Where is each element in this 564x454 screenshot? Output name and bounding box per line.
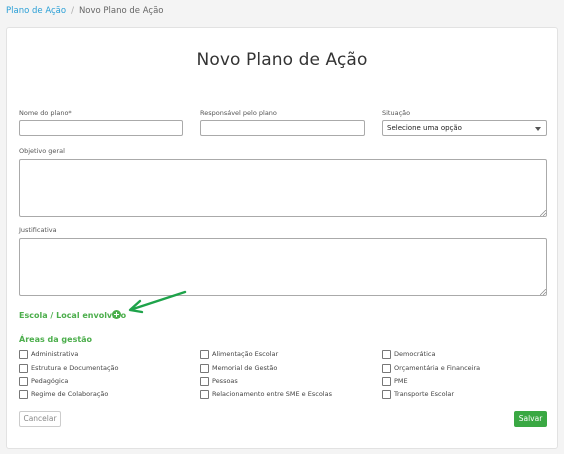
breadcrumb: Plano de Ação / Novo Plano de Ação	[6, 4, 164, 18]
checkbox-transporte-escolar[interactable]: Transporte Escolar	[382, 389, 454, 399]
checkbox-box[interactable]	[382, 363, 391, 373]
cancel-button[interactable]: Cancelar	[19, 411, 61, 427]
checkbox-box[interactable]	[200, 363, 209, 373]
checkbox-box[interactable]	[200, 389, 209, 399]
checkbox-estrutura-documentacao[interactable]: Estrutura e Documentação	[19, 363, 118, 373]
checkbox-box[interactable]	[19, 349, 28, 359]
checkbox-box[interactable]	[19, 363, 28, 373]
save-button[interactable]: Salvar	[514, 411, 547, 427]
resize-grip-icon[interactable]	[540, 289, 546, 295]
checkbox-label: Relacionamento entre SME e Escolas	[212, 390, 332, 398]
page-title: Novo Plano de Ação	[196, 50, 368, 70]
situacao-selected-value: Selecione uma opção	[387, 124, 462, 132]
checkbox-administrativa[interactable]: Administrativa	[19, 349, 78, 359]
objetivo-wrapper	[19, 159, 547, 217]
breadcrumb-current: Novo Plano de Ação	[78, 6, 164, 16]
arrow-pointer-icon	[128, 290, 187, 314]
form-card: Novo Plano de Ação Nome do plano* Respon…	[6, 27, 558, 449]
checkbox-label: Pessoas	[212, 377, 238, 385]
checkbox-pme[interactable]: PME	[382, 376, 408, 386]
objetivo-textarea[interactable]	[19, 159, 547, 217]
checkbox-box[interactable]	[19, 389, 28, 399]
checkbox-box[interactable]	[19, 376, 28, 386]
checkbox-regime-colaboracao[interactable]: Regime de Colaboração	[19, 389, 108, 399]
objetivo-label: Objetivo geral	[19, 147, 65, 155]
situacao-label: Situação	[382, 109, 411, 117]
checkbox-label: Transporte Escolar	[394, 390, 455, 398]
checkbox-box[interactable]	[382, 389, 391, 399]
nome-input[interactable]	[19, 120, 183, 136]
checkbox-memorial-gestao[interactable]: Memorial de Gestão	[200, 363, 277, 373]
responsavel-label: Responsável pelo plano	[200, 109, 277, 117]
checkbox-label: Democrática	[394, 350, 436, 358]
situacao-select[interactable]: Selecione uma opção	[382, 120, 547, 136]
nome-label: Nome do plano*	[19, 109, 72, 117]
checkbox-pessoas[interactable]: Pessoas	[200, 376, 238, 386]
checkbox-label: Memorial de Gestão	[212, 364, 278, 372]
checkbox-box[interactable]	[382, 349, 391, 359]
justificativa-label: Justificativa	[19, 226, 57, 234]
areas-title: Áreas da gestão	[19, 335, 93, 344]
add-escola-icon[interactable]	[112, 310, 121, 319]
checkbox-box[interactable]	[200, 376, 209, 386]
checkbox-democratica[interactable]: Democrática	[382, 349, 435, 359]
escola-label: Escola / Local envolvido	[19, 311, 127, 320]
checkbox-box[interactable]	[200, 349, 209, 359]
checkbox-alimentacao-escolar[interactable]: Alimentação Escolar	[200, 349, 278, 359]
checkbox-label: PME	[394, 377, 408, 385]
breadcrumb-link-plano-de-acao[interactable]: Plano de Ação	[6, 6, 66, 16]
breadcrumb-separator: /	[71, 6, 74, 16]
checkbox-label: Orçamentária e Financeira	[394, 364, 481, 372]
checkbox-label: Estrutura e Documentação	[31, 364, 119, 372]
responsavel-input[interactable]	[200, 120, 365, 136]
checkbox-label: Regime de Colaboração	[31, 390, 109, 398]
checkbox-label: Alimentação Escolar	[212, 350, 279, 358]
chevron-down-icon	[535, 127, 541, 131]
justificativa-wrapper	[19, 238, 547, 296]
checkbox-relacionamento-sme-escolas[interactable]: Relacionamento entre SME e Escolas	[200, 389, 332, 399]
checkbox-pedagogica[interactable]: Pedagógica	[19, 376, 68, 386]
justificativa-textarea[interactable]	[19, 238, 547, 296]
checkbox-orcamentaria-financeira[interactable]: Orçamentária e Financeira	[382, 363, 480, 373]
checkbox-label: Administrativa	[31, 350, 79, 358]
checkbox-box[interactable]	[382, 376, 391, 386]
checkbox-label: Pedagógica	[31, 377, 69, 385]
resize-grip-icon[interactable]	[540, 210, 546, 216]
